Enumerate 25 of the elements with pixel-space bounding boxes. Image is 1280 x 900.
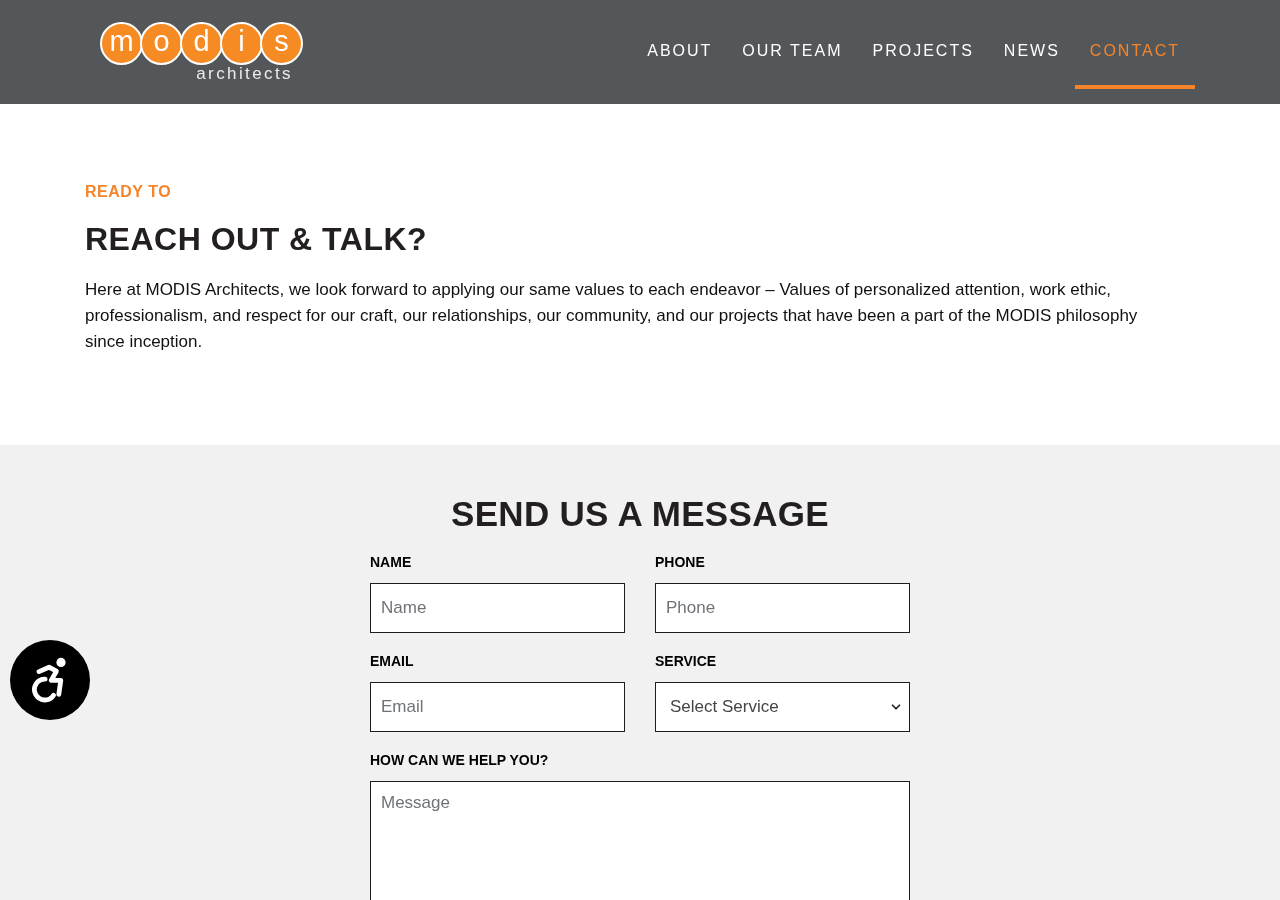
message-field[interactable]: Message xyxy=(370,781,910,900)
section-heading: REACH OUT & TALK? xyxy=(85,220,429,259)
logo-letter[interactable]: s xyxy=(260,22,303,65)
select-field[interactable]: Select Service xyxy=(655,682,910,732)
field-label: PHONE xyxy=(655,553,706,572)
field-label: EMAIL xyxy=(370,652,415,671)
form-title: SEND US A MESSAGE xyxy=(450,493,830,535)
nav-link[interactable]: CONTACT xyxy=(1074,0,1195,89)
eyebrow-text: READY TO xyxy=(85,182,173,202)
logo-tagline: architects xyxy=(196,65,293,83)
nav-link[interactable]: ABOUT xyxy=(632,0,728,89)
input-field[interactable]: Phone xyxy=(655,583,910,633)
logo-letter[interactable]: m xyxy=(100,22,143,65)
nav-link[interactable]: PROJECTS xyxy=(857,0,989,89)
logo-letter[interactable]: d xyxy=(180,22,223,65)
nav-link[interactable]: NEWS xyxy=(988,0,1075,89)
field-label: NAME xyxy=(370,553,413,572)
intro-paragraph: Here at MODIS Architects, we look forward to applying our same values to each endeavor – Values of personalized attention, work ethic, professionalism, and respect for our craft, our relationships, our community, and our projects that have been a part of the MODIS philosophy since inception. xyxy=(85,279,1139,353)
logo-letter[interactable]: i xyxy=(220,22,263,65)
input-field[interactable]: Email xyxy=(370,682,625,732)
logo-letter[interactable]: o xyxy=(140,22,183,65)
field-label: SERVICE xyxy=(655,652,718,671)
field-label: HOW CAN WE HELP YOU? xyxy=(370,751,550,770)
nav-link[interactable]: OUR TEAM xyxy=(727,0,858,89)
input-field[interactable]: Name xyxy=(370,583,625,633)
